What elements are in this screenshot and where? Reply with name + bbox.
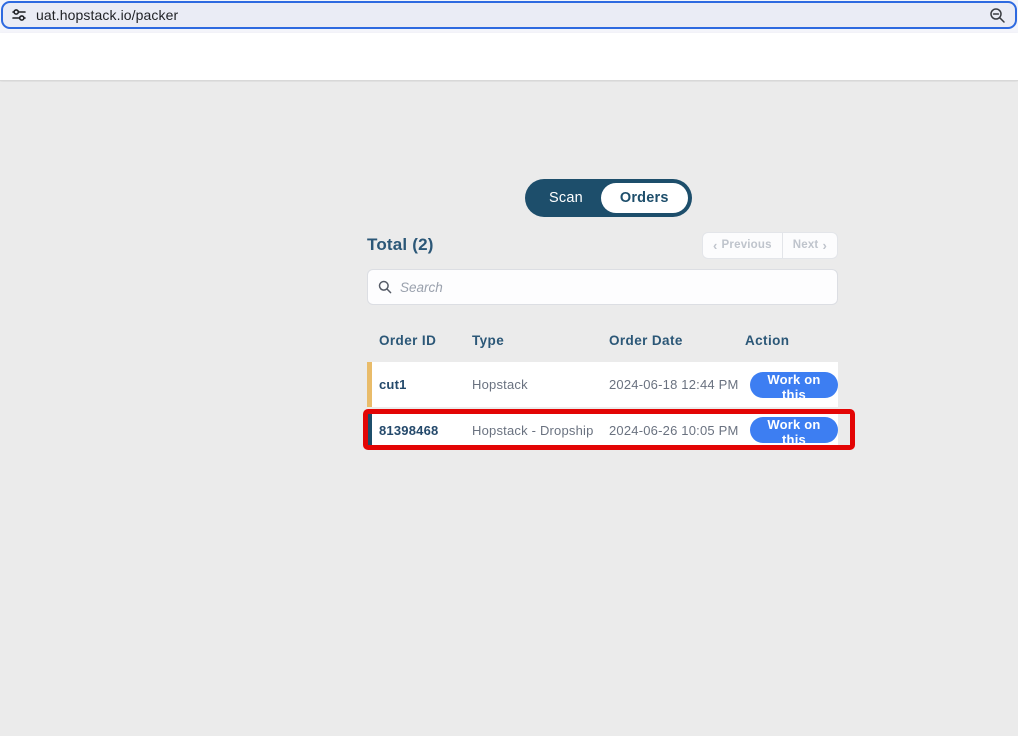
url-text[interactable]: uat.hopstack.io/packer — [36, 7, 987, 23]
chevron-right-icon: › — [822, 239, 827, 252]
row-accent-bar — [367, 362, 372, 407]
work-on-this-button[interactable]: Work on this — [750, 372, 838, 398]
order-date-cell: 2024-06-26 10:05 PM — [609, 423, 745, 438]
previous-button[interactable]: ‹ Previous — [703, 233, 782, 258]
pagination: ‹ Previous Next › — [702, 232, 838, 259]
search-input[interactable] — [400, 280, 827, 295]
chevron-left-icon: ‹ — [713, 239, 718, 252]
total-count-label: Total (2) — [367, 235, 434, 255]
toggle-option-orders[interactable]: Orders — [601, 183, 688, 213]
search-icon — [378, 280, 392, 294]
row-accent-bar — [367, 414, 372, 446]
orders-panel: Total (2) ‹ Previous Next › — [367, 232, 838, 446]
column-header-type: Type — [472, 333, 609, 348]
address-bar[interactable]: uat.hopstack.io/packer — [1, 1, 1017, 29]
type-cell: Hopstack — [472, 377, 609, 392]
search-box[interactable] — [367, 269, 838, 305]
previous-button-label: Previous — [722, 239, 772, 251]
table-row: 81398468 Hopstack - Dropship 2024-06-26 … — [367, 414, 838, 446]
toggle-option-scan[interactable]: Scan — [525, 190, 601, 206]
order-id-cell: cut1 — [379, 377, 472, 392]
next-button-label: Next — [793, 239, 819, 251]
table-header-row: Order ID Type Order Date Action — [367, 325, 838, 362]
table-row: cut1 Hopstack 2024-06-18 12:44 PM Work o… — [367, 362, 838, 407]
tune-icon[interactable] — [10, 6, 28, 24]
main-content: Scan Orders Total (2) ‹ Previous Next › — [0, 82, 1018, 736]
column-header-order-date: Order Date — [609, 333, 745, 348]
scan-orders-toggle[interactable]: Scan Orders — [525, 179, 692, 217]
column-header-order-id: Order ID — [379, 333, 472, 348]
type-cell: Hopstack - Dropship — [472, 423, 609, 438]
order-date-cell: 2024-06-18 12:44 PM — [609, 377, 745, 392]
browser-chrome: uat.hopstack.io/packer — [0, 0, 1018, 33]
orders-table: Order ID Type Order Date Action cut1 Hop… — [367, 325, 838, 446]
zoom-out-icon[interactable] — [987, 5, 1007, 25]
order-id-cell: 81398468 — [379, 423, 472, 438]
next-button[interactable]: Next › — [782, 233, 837, 258]
work-on-this-button[interactable]: Work on this — [750, 417, 838, 443]
app-header — [0, 33, 1018, 81]
column-header-action: Action — [745, 333, 838, 348]
